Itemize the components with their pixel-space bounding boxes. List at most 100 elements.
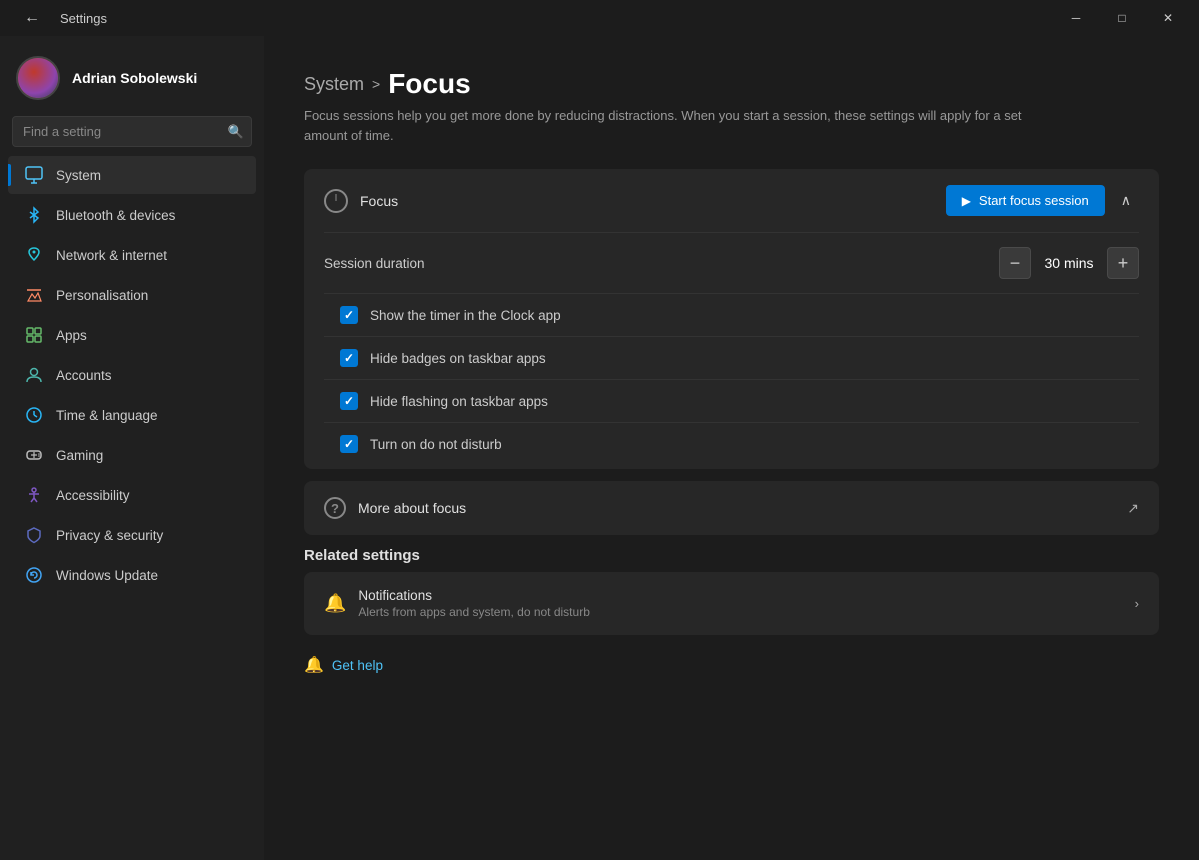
- time-icon: [24, 405, 44, 425]
- sidebar-label-system: System: [56, 168, 101, 183]
- notifications-subtitle: Alerts from apps and system, do not dist…: [358, 605, 589, 619]
- play-icon: ▶: [962, 194, 971, 208]
- sidebar-item-system[interactable]: System: [8, 156, 256, 194]
- user-section: Adrian Sobolewski: [0, 44, 264, 116]
- minimize-button[interactable]: ─: [1053, 0, 1099, 36]
- session-duration-row: Session duration − 30 mins +: [304, 233, 1159, 293]
- breadcrumb-separator: >: [372, 76, 380, 92]
- sidebar-item-bluetooth[interactable]: Bluetooth & devices: [8, 196, 256, 234]
- checkbox-flashing: ✓ Hide flashing on taskbar apps: [304, 380, 1159, 422]
- apps-icon: [24, 325, 44, 345]
- privacy-icon: [24, 525, 44, 545]
- checkbox-badges: ✓ Hide badges on taskbar apps: [304, 337, 1159, 379]
- checkmark-badges: ✓: [344, 351, 354, 365]
- sidebar-item-personalisation[interactable]: Personalisation: [8, 276, 256, 314]
- duration-controls: − 30 mins +: [999, 247, 1139, 279]
- notifications-row[interactable]: 🔔 Notifications Alerts from apps and sys…: [304, 572, 1159, 635]
- sidebar-item-time[interactable]: Time & language: [8, 396, 256, 434]
- checkbox-flashing-label: Hide flashing on taskbar apps: [370, 394, 548, 409]
- more-about-focus-label: More about focus: [358, 500, 466, 516]
- checkbox-timer-input[interactable]: ✓: [340, 306, 358, 324]
- more-about-focus-row: ? More about focus ↗: [304, 481, 1159, 535]
- titlebar: ← Settings ─ □ ✕: [0, 0, 1199, 36]
- sidebar-item-network[interactable]: Network & internet: [8, 236, 256, 274]
- sidebar-label-update: Windows Update: [56, 568, 158, 583]
- get-help-icon: 🔔: [304, 655, 324, 675]
- sidebar-item-apps[interactable]: Apps: [8, 316, 256, 354]
- checkbox-timer-label: Show the timer in the Clock app: [370, 308, 561, 323]
- app-body: Adrian Sobolewski 🔍 System: [0, 36, 1199, 860]
- personalisation-icon: [24, 285, 44, 305]
- sidebar-item-update[interactable]: Windows Update: [8, 556, 256, 594]
- related-settings-title: Related settings: [304, 547, 1159, 564]
- main-content: System > Focus Focus sessions help you g…: [264, 36, 1199, 860]
- notifications-title: Notifications: [358, 588, 589, 603]
- focus-card-header-right: ▶ Start focus session ∧: [946, 185, 1139, 216]
- checkbox-dnd: ✓ Turn on do not disturb: [304, 423, 1159, 469]
- bluetooth-icon: [24, 205, 44, 225]
- checkmark-flashing: ✓: [344, 394, 354, 408]
- page-description: Focus sessions help you get more done by…: [304, 106, 1054, 145]
- accounts-icon: [24, 365, 44, 385]
- external-link-icon[interactable]: ↗: [1127, 500, 1139, 517]
- sidebar-label-accounts: Accounts: [56, 368, 112, 383]
- duration-unit: mins: [1064, 255, 1094, 271]
- start-focus-label: Start focus session: [979, 193, 1089, 208]
- focus-card: Focus ▶ Start focus session ∧ Session du…: [304, 169, 1159, 469]
- sidebar-label-personalisation: Personalisation: [56, 288, 148, 303]
- checkbox-timer: ✓ Show the timer in the Clock app: [304, 294, 1159, 336]
- avatar: [16, 56, 60, 100]
- sidebar-label-bluetooth: Bluetooth & devices: [56, 208, 175, 223]
- sidebar-item-gaming[interactable]: Gaming: [8, 436, 256, 474]
- checkmark-timer: ✓: [344, 308, 354, 322]
- more-about-focus-left: ? More about focus: [324, 497, 466, 519]
- accessibility-icon: [24, 485, 44, 505]
- restore-button[interactable]: □: [1099, 0, 1145, 36]
- checkmark-dnd: ✓: [344, 437, 354, 451]
- checkbox-dnd-input[interactable]: ✓: [340, 435, 358, 453]
- username: Adrian Sobolewski: [72, 70, 197, 86]
- sidebar-item-accessibility[interactable]: Accessibility: [8, 476, 256, 514]
- notifications-chevron-icon: ›: [1135, 596, 1139, 611]
- checkbox-flashing-input[interactable]: ✓: [340, 392, 358, 410]
- get-help-link[interactable]: Get help: [332, 658, 383, 673]
- sidebar-label-network: Network & internet: [56, 248, 167, 263]
- sidebar-item-privacy[interactable]: Privacy & security: [8, 516, 256, 554]
- focus-collapse-button[interactable]: ∧: [1113, 188, 1139, 213]
- duration-label: Session duration: [324, 256, 425, 271]
- notifications-left: 🔔 Notifications Alerts from apps and sys…: [324, 588, 590, 619]
- sidebar-label-privacy: Privacy & security: [56, 528, 163, 543]
- gaming-icon: [24, 445, 44, 465]
- checkbox-badges-label: Hide badges on taskbar apps: [370, 351, 546, 366]
- duration-minus-button[interactable]: −: [999, 247, 1031, 279]
- notifications-card: 🔔 Notifications Alerts from apps and sys…: [304, 572, 1159, 635]
- back-button[interactable]: ←: [16, 5, 48, 31]
- network-icon: [24, 245, 44, 265]
- checkbox-dnd-label: Turn on do not disturb: [370, 437, 502, 452]
- duration-plus-button[interactable]: +: [1107, 247, 1139, 279]
- focus-card-header: Focus ▶ Start focus session ∧: [304, 169, 1159, 232]
- focus-clock-icon: [324, 189, 348, 213]
- duration-value: 30 mins: [1039, 255, 1099, 271]
- notifications-text: Notifications Alerts from apps and syste…: [358, 588, 589, 619]
- duration-number: 30: [1044, 255, 1060, 271]
- sidebar-item-accounts[interactable]: Accounts: [8, 356, 256, 394]
- breadcrumb-system[interactable]: System: [304, 74, 364, 95]
- question-icon: ?: [324, 497, 346, 519]
- focus-card-title: Focus: [360, 193, 398, 209]
- more-about-focus-card: ? More about focus ↗: [304, 481, 1159, 535]
- search-icon: 🔍: [228, 124, 244, 140]
- sidebar-label-apps: Apps: [56, 328, 87, 343]
- titlebar-title: Settings: [60, 11, 107, 26]
- search-box: 🔍: [12, 116, 252, 147]
- system-icon: [24, 165, 44, 185]
- get-help-row[interactable]: 🔔 Get help: [304, 655, 1159, 675]
- close-button[interactable]: ✕: [1145, 0, 1191, 36]
- start-focus-button[interactable]: ▶ Start focus session: [946, 185, 1105, 216]
- page-title: Focus: [388, 68, 470, 100]
- search-input[interactable]: [12, 116, 252, 147]
- breadcrumb: System > Focus: [304, 68, 1159, 100]
- checkbox-badges-input[interactable]: ✓: [340, 349, 358, 367]
- focus-card-header-left: Focus: [324, 189, 398, 213]
- titlebar-left: ← Settings: [16, 5, 107, 31]
